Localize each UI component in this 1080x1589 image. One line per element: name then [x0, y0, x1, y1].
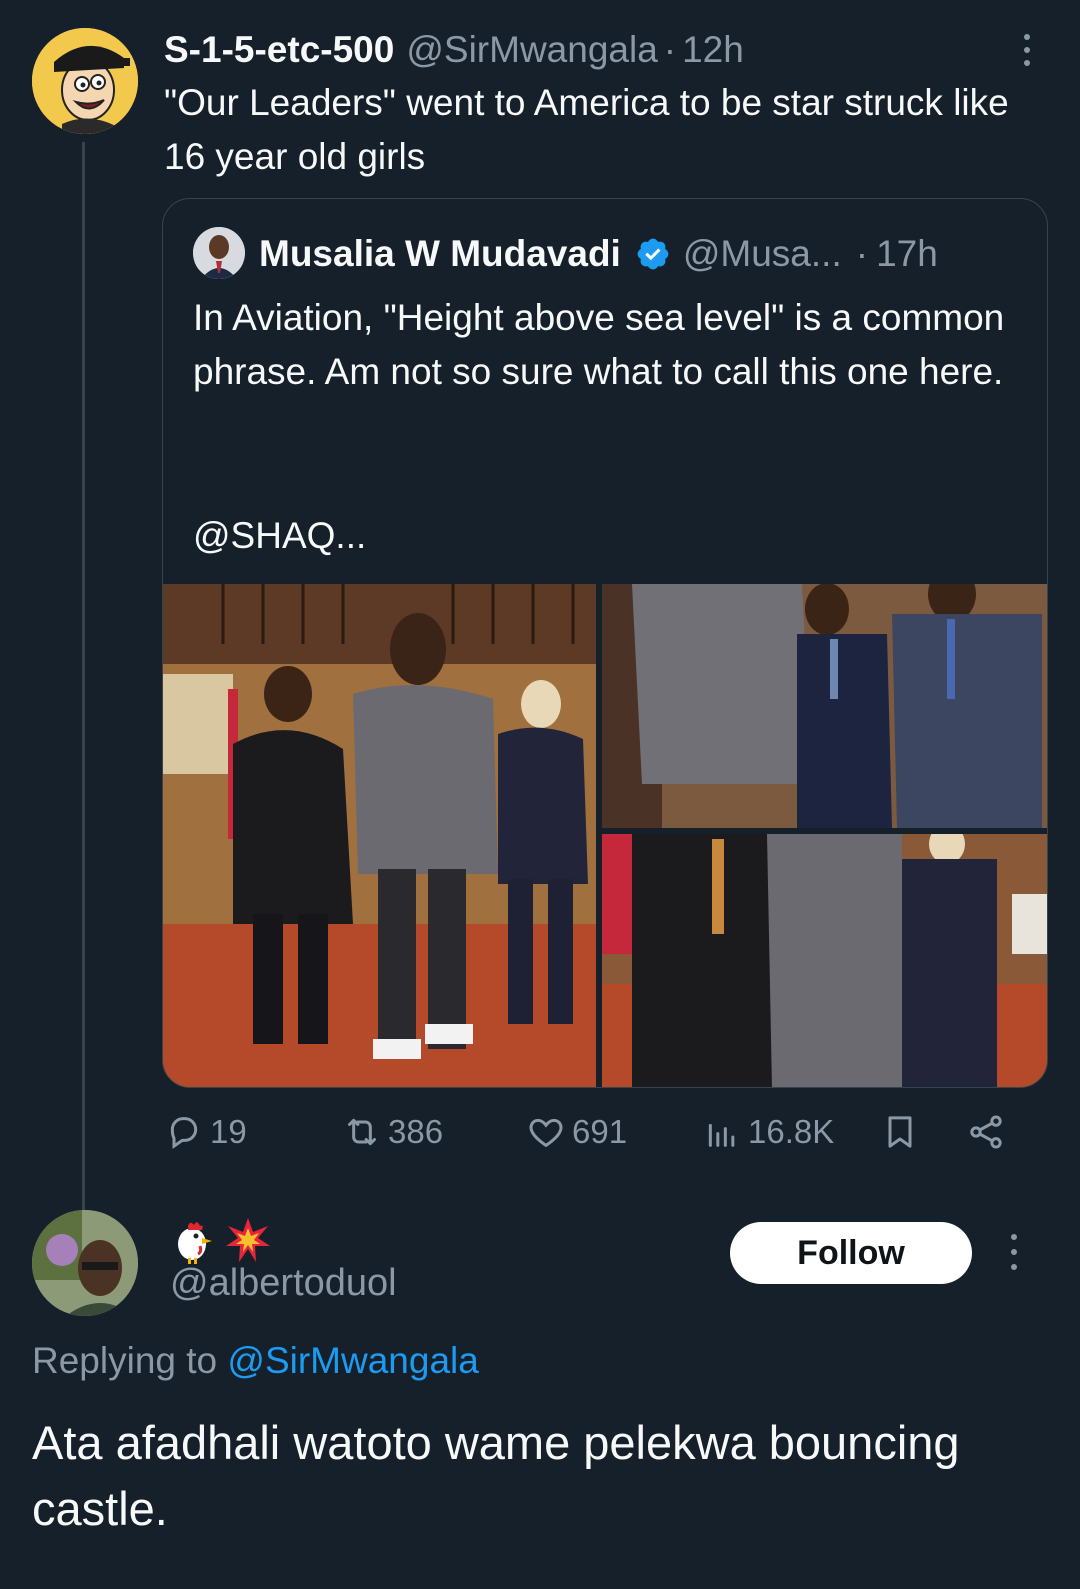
quoted-tweet-header: Musalia W Mudavadi @Musa... · 17h	[259, 227, 938, 281]
replying-to-line: Replying to @SirMwangala	[32, 1340, 479, 1382]
quoted-author-name: Musalia W Mudavadi	[259, 233, 621, 274]
tweet-text: "Our Leaders" went to America to be star…	[164, 82, 1009, 177]
reply-author-display-name[interactable]	[170, 1216, 272, 1264]
verified-badge-icon	[637, 238, 669, 270]
separator-dot: ·	[855, 233, 869, 274]
thread-connector-line	[82, 142, 85, 1220]
tweet-timestamp[interactable]: 12h	[682, 29, 744, 71]
quoted-author-handle: @Musa...	[682, 233, 842, 274]
share-button[interactable]	[966, 1102, 1012, 1162]
photo-3[interactable]	[602, 834, 1047, 1087]
photo-grid	[163, 584, 1047, 1087]
repost-icon	[348, 1118, 376, 1146]
profile-photo-image	[32, 1210, 138, 1316]
like-icon	[529, 1118, 563, 1148]
views-button[interactable]: 16.8K	[702, 1102, 834, 1162]
like-count: 691	[572, 1113, 628, 1150]
quoted-tweet-text: In Aviation, "Height above sea level" is…	[193, 297, 1005, 392]
separator-dot: ·	[663, 29, 677, 70]
repost-count: 386	[388, 1113, 444, 1150]
collision-emoji-icon	[226, 1218, 270, 1262]
quoted-tweet-card[interactable]: Musalia W Mudavadi @Musa... · 17h In Avi…	[162, 198, 1048, 1088]
share-icon	[970, 1115, 1002, 1149]
author-handle[interactable]: @SirMwangala	[406, 29, 657, 71]
bookmark-button[interactable]	[880, 1102, 926, 1162]
photo-2[interactable]	[602, 584, 1047, 828]
cartoon-avatar-image	[32, 28, 138, 134]
reply-button[interactable]: 19	[164, 1102, 247, 1162]
quoted-author-avatar	[193, 227, 245, 279]
bookmark-icon	[888, 1116, 912, 1148]
chicken-emoji-icon	[178, 1222, 212, 1264]
like-button[interactable]: 691	[526, 1102, 627, 1162]
views-count: 16.8K	[748, 1113, 835, 1150]
avatar[interactable]	[32, 28, 138, 134]
views-icon	[708, 1123, 735, 1147]
reply-icon	[170, 1117, 198, 1150]
follow-button[interactable]: Follow	[730, 1222, 972, 1284]
reply-count: 19	[210, 1113, 247, 1150]
reply-text: Ata afadhali watoto wame pelekwa bouncin…	[32, 1416, 960, 1535]
reply-author-handle[interactable]: @albertoduol	[170, 1262, 397, 1305]
tweet-header: S-1-5-etc-500 @SirMwangala · 12h	[164, 26, 744, 74]
quoted-tweet-timestamp: 17h	[876, 233, 938, 274]
photo-1[interactable]	[163, 584, 596, 1087]
repost-button[interactable]: 386	[342, 1102, 443, 1162]
avatar[interactable]	[32, 1210, 138, 1316]
replying-to-label: Replying to	[32, 1340, 218, 1381]
tweet-action-bar: 19 386 691 16.8K	[164, 1102, 1044, 1162]
quoted-tweet-truncated-mention: @SHAQ...	[193, 515, 367, 556]
more-options-icon[interactable]	[1000, 1232, 1028, 1272]
author-display-name[interactable]: S-1-5-etc-500	[164, 29, 394, 71]
replying-to-mention-link[interactable]: @SirMwangala	[227, 1340, 478, 1381]
more-options-icon[interactable]	[1012, 30, 1042, 70]
